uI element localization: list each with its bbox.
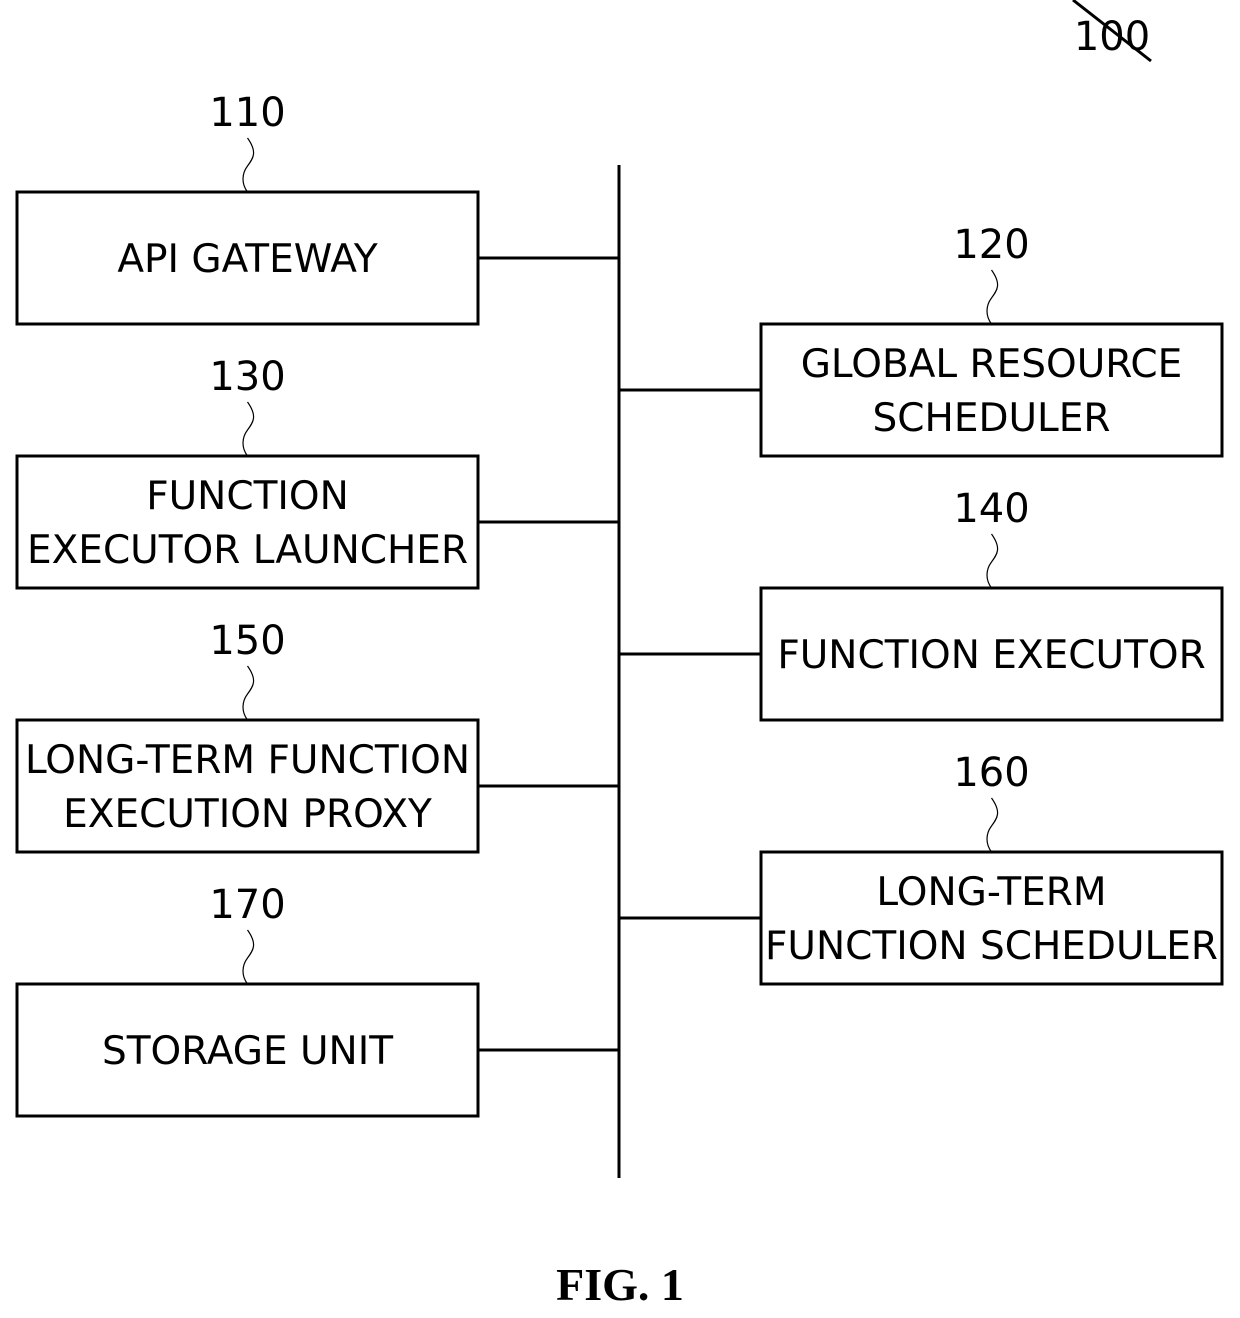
long-term-function-execution-proxy-label-line: EXECUTION PROXY [63, 792, 432, 837]
function-executor-launcher-leader-line [242, 401, 255, 457]
api-gateway-leader-line [242, 137, 255, 193]
api-gateway-label-line: API GATEWAY [117, 237, 378, 282]
api-gateway-block: API GATEWAY 110 [15, 90, 619, 326]
storage-unit-block: STORAGE UNIT 170 [15, 882, 619, 1118]
function-executor-label-line: FUNCTION EXECUTOR [777, 633, 1205, 678]
function-executor-launcher-reference-number: 130 [209, 354, 285, 400]
global-resource-scheduler-label-line: GLOBAL RESOURCE [801, 342, 1183, 387]
long-term-function-scheduler-label-line: FUNCTION SCHEDULER [765, 924, 1218, 969]
function-executor-block: FUNCTION EXECUTOR 140 [619, 486, 1224, 722]
storage-unit-label-line: STORAGE UNIT [102, 1029, 393, 1074]
function-executor-launcher-label-line: EXECUTOR LAUNCHER [27, 528, 468, 573]
api-gateway-reference-number: 110 [209, 90, 285, 136]
storage-unit-reference-number: 170 [209, 882, 285, 928]
long-term-function-scheduler-reference-number: 160 [953, 750, 1029, 796]
function-executor-leader-line [986, 533, 999, 589]
block-diagram: 100 API GATEWAY 110 GLOBAL RESOURCE SCHEDUL… [15, 0, 1224, 1310]
function-executor-launcher-block: FUNCTION EXECUTOR LAUNCHER 130 [15, 354, 619, 590]
global-resource-scheduler-leader-line [986, 269, 999, 325]
long-term-function-execution-proxy-reference-number: 150 [209, 618, 285, 664]
storage-unit-leader-line [242, 929, 255, 985]
global-resource-scheduler-reference-number: 120 [953, 222, 1029, 268]
long-term-function-execution-proxy-leader-line [242, 665, 255, 721]
long-term-function-execution-proxy-block: LONG-TERM FUNCTION EXECUTION PROXY 150 [15, 618, 619, 854]
patent-figure: 100 API GATEWAY 110 GLOBAL RESOURCE SCHEDUL… [0, 0, 1240, 1318]
figure-reference: 100 [1072, 0, 1152, 63]
global-resource-scheduler-block: GLOBAL RESOURCE SCHEDULER 120 [619, 222, 1224, 458]
long-term-function-execution-proxy-label-line: LONG-TERM FUNCTION [25, 738, 470, 783]
function-executor-launcher-label-line: FUNCTION [146, 474, 349, 519]
function-executor-reference-number: 140 [953, 486, 1029, 532]
long-term-function-scheduler-label-line: LONG-TERM [876, 870, 1106, 915]
figure-caption: FIG. 1 [556, 1259, 684, 1310]
long-term-function-scheduler-leader-line [986, 797, 999, 853]
long-term-function-scheduler-block: LONG-TERM FUNCTION SCHEDULER 160 [619, 750, 1224, 986]
global-resource-scheduler-label-line: SCHEDULER [873, 396, 1111, 441]
